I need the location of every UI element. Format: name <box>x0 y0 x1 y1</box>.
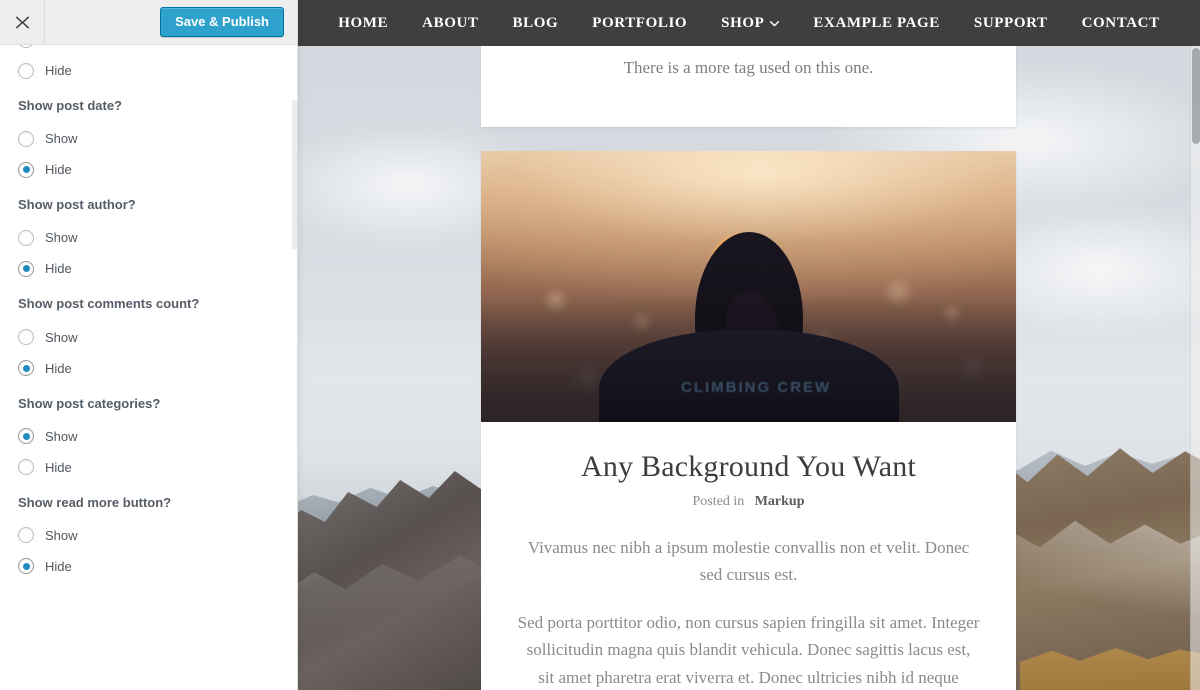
save-button-wrap: Save & Publish <box>160 0 297 44</box>
nav-item-label: EXAMPLE PAGE <box>813 14 940 31</box>
post-paragraph: Vivamus nec nibh a ipsum molestie conval… <box>527 537 970 585</box>
nav-list: HOME ABOUT BLOG PORTFOLIO SHOP EXAMPLE PAGE SU… <box>321 15 1176 32</box>
control-group: Show post author? Show Hide <box>18 196 279 284</box>
nav-item-about[interactable]: ABOUT <box>405 15 495 32</box>
radio-unchecked-icon[interactable] <box>18 62 34 79</box>
nav-item-label: HOME <box>338 14 389 31</box>
radio-option[interactable]: Hide <box>18 452 279 483</box>
nav-item-shop[interactable]: SHOP <box>704 15 796 32</box>
radio-option-label: Show <box>45 131 78 147</box>
radio-option-label: Hide <box>45 261 72 277</box>
close-x-icon <box>15 15 30 30</box>
nav-item-label: BLOG <box>512 14 559 31</box>
radio-option[interactable]: Show <box>18 222 279 253</box>
site-main-navigation: HOME ABOUT BLOG PORTFOLIO SHOP EXAMPLE PAGE SU… <box>298 0 1200 46</box>
post-excerpt-tail-wrap: There is a more tag used on this one. <box>481 46 1016 127</box>
radio-option[interactable]: Show <box>18 421 279 452</box>
nav-item-label: SHOP <box>721 14 765 31</box>
post-meta: Posted in Markup <box>517 494 980 510</box>
site-preview: HOME ABOUT BLOG PORTFOLIO SHOP EXAMPLE PAGE SU… <box>298 0 1200 690</box>
post-card-excerpt: There is a more tag used on this one. <box>481 46 1016 127</box>
radio-option-label: Show <box>45 329 78 345</box>
control-group-title: Show post comments count? <box>18 296 200 312</box>
post-card-any-background: CLIMBING CREW Any Background You Want Po… <box>481 151 1016 690</box>
nav-item-label: SUPPORT <box>973 14 1048 31</box>
radio-unchecked-icon[interactable] <box>18 527 34 544</box>
nav-item-label: PORTFOLIO <box>592 14 688 31</box>
control-group: Show read more button? Show Hide <box>18 494 279 582</box>
radio-option-label: Hide <box>45 63 72 78</box>
chevron-down-icon[interactable] <box>770 15 780 32</box>
radio-checked-icon[interactable] <box>18 260 34 277</box>
post-category-link[interactable]: Markup <box>755 494 805 509</box>
nav-item-portfolio[interactable]: PORTFOLIO <box>575 15 704 32</box>
radio-option-label: Footer <box>45 45 83 46</box>
radio-checked-icon[interactable] <box>18 558 34 575</box>
radio-checked-icon[interactable] <box>18 161 34 178</box>
save-and-publish-button[interactable]: Save & Publish <box>160 6 284 38</box>
post-gap <box>481 127 1016 151</box>
nav-item-label: ABOUT <box>422 14 479 31</box>
control-group-title: Show post categories? <box>18 395 161 411</box>
control-group-title: Show post author? <box>18 197 136 213</box>
post-featured-image[interactable]: CLIMBING CREW <box>481 151 1016 422</box>
control-group-title: Show post date? <box>18 98 122 113</box>
radio-unchecked-icon[interactable] <box>18 130 34 147</box>
radio-option-label: Show <box>45 428 78 444</box>
customizer-scrollbar[interactable] <box>292 90 297 690</box>
radio-option[interactable]: Hide <box>18 551 279 582</box>
preview-scrollbar-thumb[interactable] <box>1192 48 1200 144</box>
customizer-controls-scroll: FooterHideShow post date?ShowHideShow po… <box>0 45 297 593</box>
radio-option[interactable]: Hide <box>18 253 279 284</box>
radio-option-label: Hide <box>45 459 72 475</box>
customizer-scrollbar-thumb[interactable] <box>292 100 297 250</box>
radio-unchecked-icon[interactable] <box>18 229 34 246</box>
radio-unchecked-icon[interactable] <box>18 45 34 48</box>
customizer-controls-panel[interactable]: FooterHideShow post date?ShowHideShow po… <box>0 45 297 690</box>
preview-scrollbar[interactable] <box>1190 46 1200 690</box>
radio-unchecked-icon[interactable] <box>18 459 34 476</box>
nav-item-example-page[interactable]: EXAMPLE PAGE <box>796 15 957 32</box>
radio-option[interactable]: Show <box>18 123 279 154</box>
post-paragraph: Sed porta porttitor odio, non cursus sap… <box>517 612 980 687</box>
radio-option-label: Show <box>45 230 78 246</box>
radio-option-label: Hide <box>45 360 72 376</box>
nav-item-contact[interactable]: CONTACT <box>1065 15 1177 32</box>
radio-option[interactable]: Show <box>18 322 279 353</box>
customizer-sidebar: Save & Publish FooterHideShow post date?… <box>0 0 298 690</box>
post-title[interactable]: Any Background You Want <box>517 448 980 486</box>
control-group-title: Show read more button? <box>18 494 172 510</box>
radio-option[interactable]: Show <box>18 520 279 551</box>
post-excerpt-tail: There is a more tag used on this one. <box>623 58 874 77</box>
nav-item-blog[interactable]: BLOG <box>496 15 576 32</box>
close-customizer-button[interactable] <box>0 0 45 44</box>
blog-content-column: There is a more tag used on this one. CL… <box>481 46 1016 690</box>
control-group: Show post categories? Show Hide <box>18 395 279 483</box>
customizer-header: Save & Publish <box>0 0 297 45</box>
shirt-text: CLIMBING CREW <box>681 379 832 396</box>
control-group: Footer Hide <box>18 45 279 86</box>
radio-option-label: Hide <box>45 558 72 574</box>
control-group: Show post date? Show Hide <box>18 97 279 185</box>
post-body: Any Background You Want Posted in Markup… <box>481 422 1016 690</box>
radio-option-label: Hide <box>45 162 72 178</box>
radio-checked-icon[interactable] <box>18 428 34 445</box>
radio-option[interactable]: Hide <box>18 55 279 86</box>
radio-option[interactable]: Hide <box>18 353 279 384</box>
radio-option-label: Show <box>45 527 78 543</box>
control-group: Show post comments count? Show Hide <box>18 295 279 383</box>
radio-unchecked-icon[interactable] <box>18 329 34 346</box>
nav-item-home[interactable]: HOME <box>321 15 405 32</box>
radio-checked-icon[interactable] <box>18 360 34 377</box>
nav-item-support[interactable]: SUPPORT <box>957 15 1065 32</box>
customizer-header-spacer <box>45 0 160 44</box>
customizer-screen: Save & Publish FooterHideShow post date?… <box>0 0 1200 690</box>
radio-option[interactable]: Hide <box>18 154 279 185</box>
nav-item-label: CONTACT <box>1081 14 1160 31</box>
post-meta-prefix: Posted in <box>692 493 745 509</box>
radio-option[interactable]: Footer <box>18 45 279 55</box>
